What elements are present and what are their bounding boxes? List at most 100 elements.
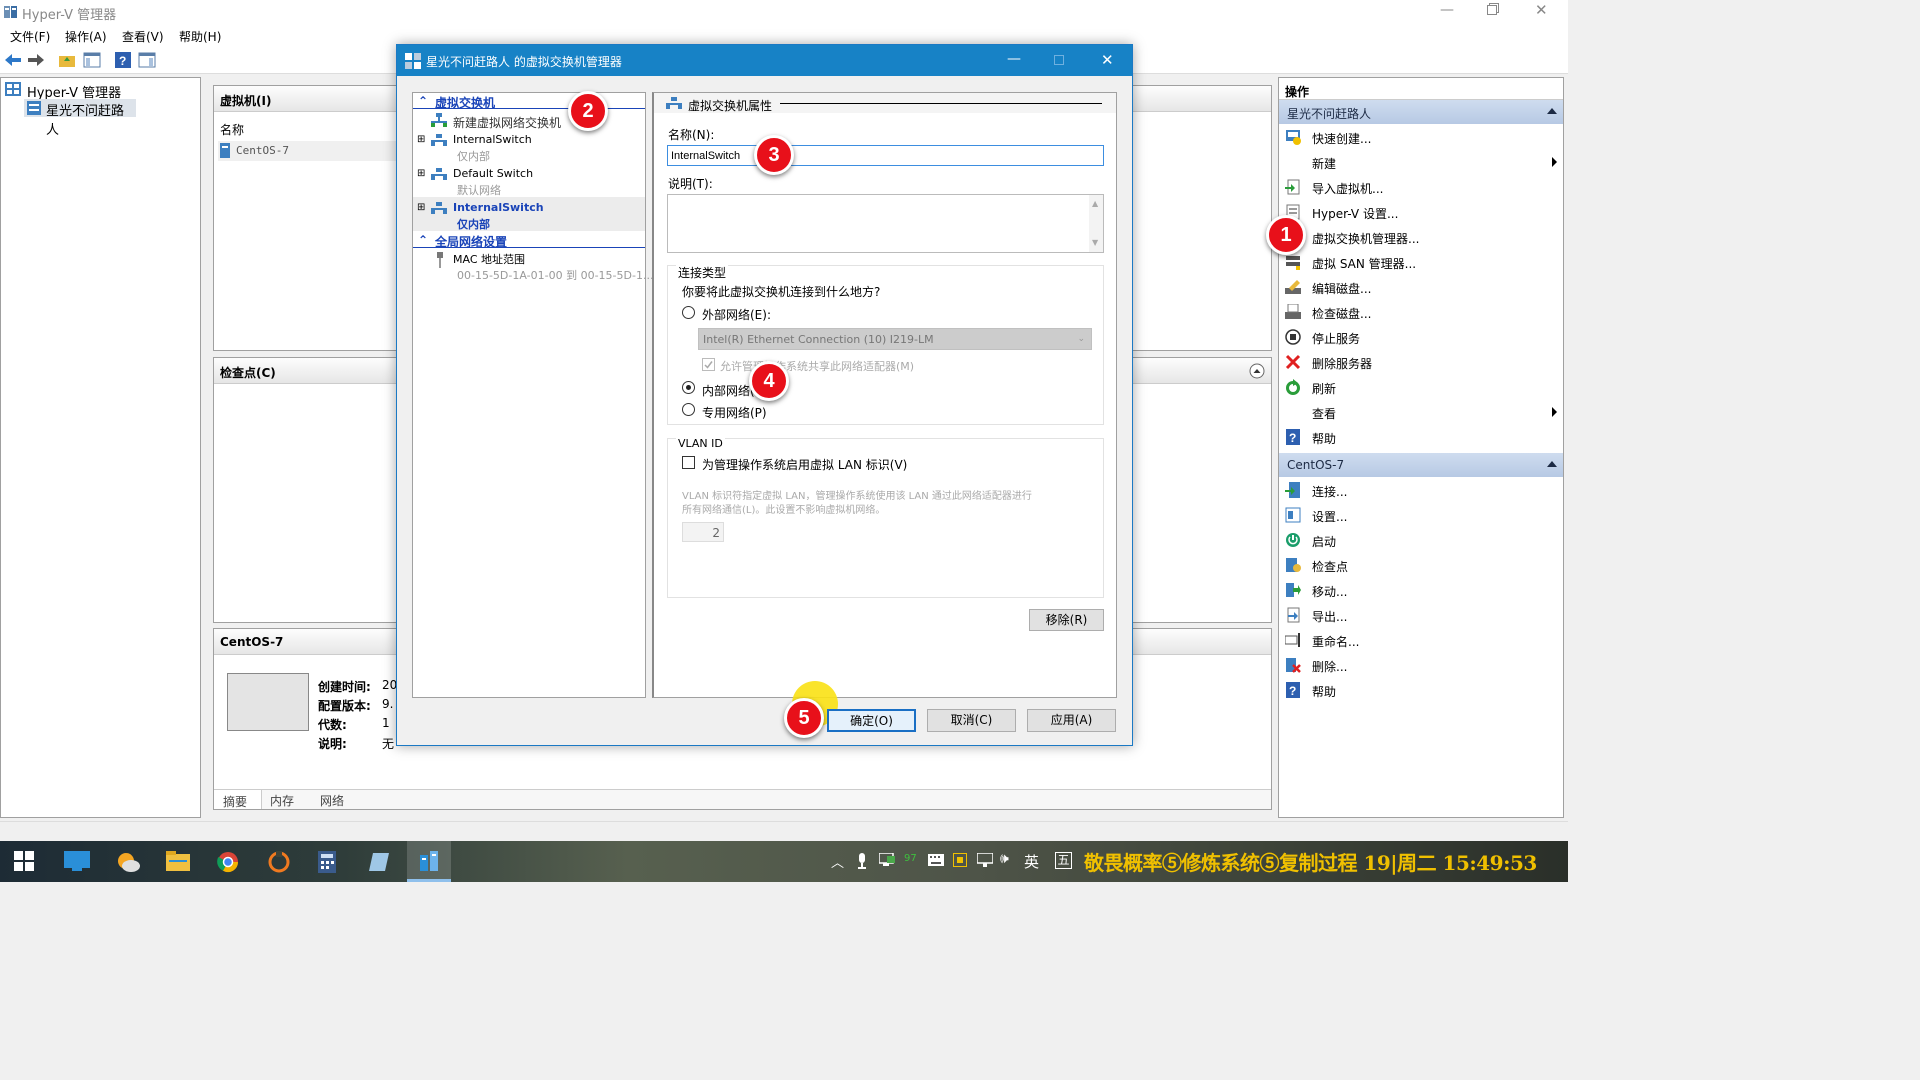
switch-item-default[interactable]: ⊞ Default Switch 默认网络 [413, 165, 645, 197]
action-item[interactable]: 启动 [1279, 527, 1563, 552]
hyperv-taskbar-button[interactable] [407, 841, 451, 882]
tray-badge[interactable]: 97 [904, 853, 917, 864]
weather-icon[interactable] [116, 851, 140, 873]
action-item[interactable]: 导入虚拟机... [1279, 174, 1563, 199]
mac-range-item[interactable]: MAC 地址范围 00-15-5D-1A-01-00 到 00-15-5D-1.… [413, 250, 653, 282]
action-item[interactable]: 连接... [1279, 477, 1563, 502]
action-item[interactable]: 编辑磁盘... [1279, 274, 1563, 299]
help-icon: ? [1285, 429, 1301, 445]
ok-button[interactable]: 确定(O) [827, 709, 916, 732]
radio-internal[interactable] [682, 381, 695, 394]
action-item[interactable]: 删除... [1279, 652, 1563, 677]
ime-mode-indicator[interactable]: 五 [1055, 852, 1072, 869]
action-item[interactable]: 导出... [1279, 602, 1563, 627]
taskbar-clock[interactable]: 敬畏概率⑤修炼系统⑤复制过程 19|周二 15:49:53 [1084, 847, 1537, 876]
forward-arrow-icon[interactable] [26, 51, 46, 69]
action-item[interactable]: 检查磁盘... [1279, 299, 1563, 324]
action-item[interactable]: 虚拟交换机管理器... [1279, 224, 1563, 249]
action-item[interactable]: 虚拟 SAN 管理器... [1279, 249, 1563, 274]
expand-plus-icon[interactable]: ⊞ [417, 168, 425, 179]
action-item[interactable]: 移动... [1279, 577, 1563, 602]
actions-section-header[interactable]: 星光不问赶路人 [1279, 100, 1563, 124]
menu-view[interactable]: 查看(V) [122, 28, 164, 45]
header-rule [780, 103, 1102, 104]
menu-help[interactable]: 帮助(H) [179, 28, 221, 45]
menu-action[interactable]: 操作(A) [65, 28, 107, 45]
collapse-triangle-icon[interactable] [1547, 108, 1557, 114]
tray-overflow-chevron-icon[interactable]: ︿ [831, 852, 844, 871]
scroll-up-icon[interactable]: ▲ [1092, 199, 1098, 208]
restore-button[interactable] [1487, 3, 1499, 15]
tab-network[interactable]: 网络 [320, 792, 344, 809]
action-item[interactable]: 查看 [1279, 399, 1563, 424]
ime-language-indicator[interactable]: 英 [1024, 851, 1039, 872]
calculator-icon[interactable] [318, 851, 340, 873]
section-global-settings[interactable]: ⌃ 全局网络设置 [413, 232, 645, 249]
tree-server-item[interactable]: 星光不问赶路人 [24, 99, 136, 138]
action-item[interactable]: 停止服务 [1279, 324, 1563, 349]
cancel-button[interactable]: 取消(C) [927, 709, 1016, 732]
menu-file[interactable]: 文件(F) [10, 28, 50, 45]
desktop-icon[interactable] [64, 851, 90, 873]
dialog-close-button[interactable]: ✕ [1101, 51, 1114, 69]
description-textarea[interactable]: ▲ ▼ [667, 194, 1104, 253]
name-input[interactable] [667, 145, 1104, 166]
up-folder-icon[interactable] [57, 51, 77, 69]
file-explorer-icon[interactable] [166, 851, 190, 873]
sync-app-icon[interactable] [268, 851, 290, 873]
scroll-down-icon[interactable]: ▼ [1092, 238, 1098, 247]
move-icon [1285, 582, 1301, 598]
keyboard-icon[interactable] [928, 854, 944, 866]
close-button[interactable]: ✕ [1535, 1, 1548, 19]
action-item[interactable]: ? 帮助 [1279, 424, 1563, 449]
action-item[interactable]: 刷新 [1279, 374, 1563, 399]
show-tree-icon[interactable] [82, 51, 102, 69]
action-item[interactable]: 重命名... [1279, 627, 1563, 652]
apply-button[interactable]: 应用(A) [1027, 709, 1116, 732]
help-toolbar-icon[interactable]: ? [113, 51, 133, 69]
dialog-minimize-button[interactable]: — [1007, 51, 1021, 67]
start-windows-icon[interactable] [14, 851, 36, 873]
vm-row[interactable]: CentOS-7 [218, 141, 398, 161]
security-tray-icon[interactable] [953, 853, 967, 867]
chrome-icon[interactable] [217, 851, 239, 873]
switch-item-selected[interactable]: ⊞ InternalSwitch 仅内部 [413, 197, 645, 231]
mac-range-label: MAC 地址范围 [453, 253, 525, 266]
collapse-up-icon[interactable] [1249, 363, 1265, 379]
action-item[interactable]: 检查点 [1279, 552, 1563, 577]
expand-plus-icon[interactable]: ⊞ [417, 202, 425, 213]
minimize-button[interactable]: — [1440, 2, 1454, 18]
tab-memory[interactable]: 内存 [270, 792, 294, 809]
action-pane-icon[interactable] [137, 51, 157, 69]
vlan-checkbox[interactable] [682, 456, 695, 469]
dialog-maximize-button[interactable] [1054, 55, 1064, 65]
action-item[interactable]: 设置... [1279, 502, 1563, 527]
notes-app-icon[interactable] [369, 851, 391, 873]
vm-column-name[interactable]: 名称 [220, 121, 244, 138]
checkpoint-icon [1285, 557, 1301, 573]
detail-label-version: 配置版本: [318, 699, 371, 713]
collapse-triangle-icon[interactable] [1547, 461, 1557, 467]
expand-plus-icon[interactable]: ⊞ [417, 134, 425, 145]
volume-icon[interactable]: 🕪 [1000, 851, 1009, 867]
microphone-icon[interactable] [857, 853, 867, 869]
action-item[interactable]: Hyper-V 设置... [1279, 199, 1563, 224]
section-virtual-switches[interactable]: ⌃ 虚拟交换机 [413, 93, 645, 110]
tab-summary[interactable]: 摘要 [214, 790, 262, 809]
description-scrollbar[interactable]: ▲ ▼ [1089, 195, 1103, 252]
radio-external[interactable] [682, 306, 695, 319]
network-monitor-icon[interactable] [879, 853, 895, 867]
radio-private[interactable] [682, 403, 695, 416]
actions-section-header[interactable]: CentOS-7 [1279, 453, 1563, 477]
network-icon[interactable] [977, 853, 993, 867]
switch-item-internal[interactable]: ⊞ InternalSwitch 仅内部 [413, 131, 645, 163]
back-arrow-icon[interactable] [3, 51, 23, 69]
action-item[interactable]: ? 帮助 [1279, 677, 1563, 702]
blank [1285, 154, 1301, 170]
action-item[interactable]: 新建 [1279, 149, 1563, 174]
remove-button[interactable]: 移除(R) [1029, 609, 1104, 631]
action-item[interactable]: 快速创建... [1279, 124, 1563, 149]
action-item[interactable]: 删除服务器 [1279, 349, 1563, 374]
dialog-title: 星光不问赶路人 的虚拟交换机管理器 [426, 55, 622, 69]
adapter-select: Intel(R) Ethernet Connection (10) I219-L… [698, 328, 1092, 350]
